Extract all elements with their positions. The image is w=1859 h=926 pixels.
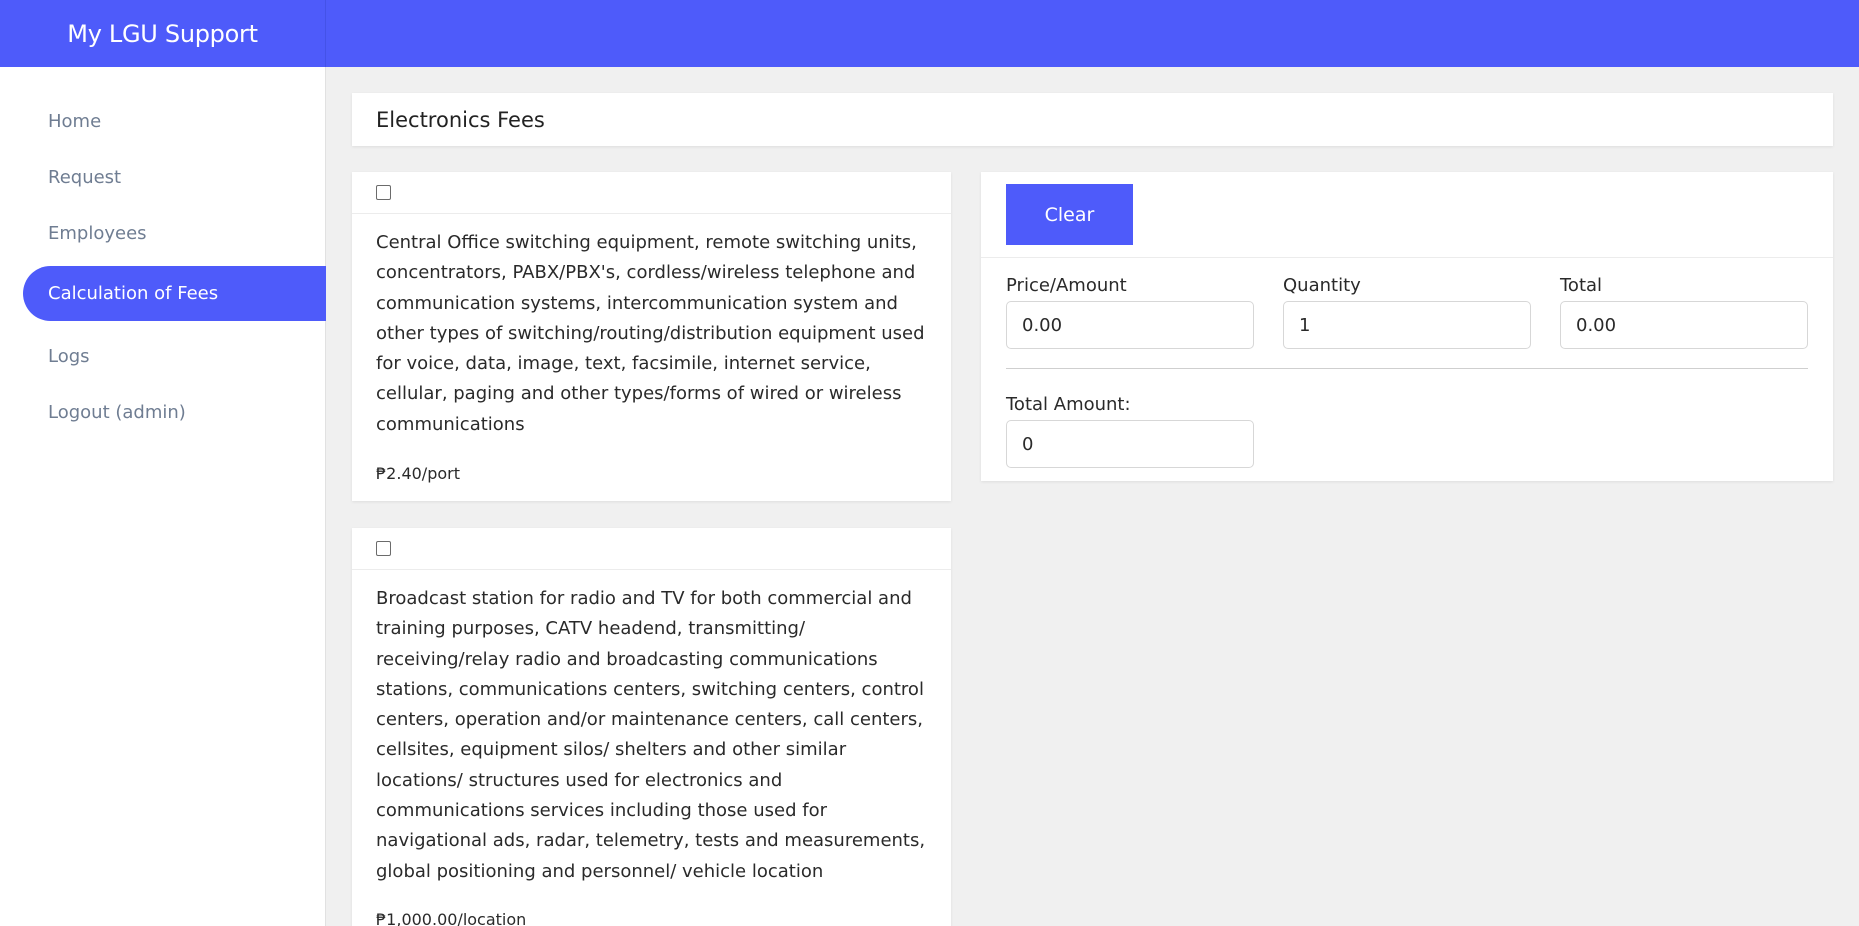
fee-card-header bbox=[352, 172, 951, 214]
sidebar-item-logs[interactable]: Logs bbox=[23, 329, 326, 384]
price-label: Price/Amount bbox=[1006, 275, 1127, 296]
sidebar-item-logout[interactable]: Logout (admin) bbox=[23, 385, 326, 440]
sidebar: Home Request Employees Calculation of Fe… bbox=[0, 67, 326, 926]
calculator-divider bbox=[1006, 368, 1808, 369]
fee-checkbox[interactable] bbox=[376, 185, 391, 200]
app-title[interactable]: My LGU Support bbox=[0, 0, 326, 67]
sidebar-item-home[interactable]: Home bbox=[23, 94, 326, 149]
fee-card-header bbox=[352, 528, 951, 570]
fee-price: ₱1,000.00/location bbox=[376, 910, 527, 926]
page-title: Electronics Fees bbox=[352, 93, 1833, 146]
sidebar-item-calculation-of-fees[interactable]: Calculation of Fees bbox=[23, 266, 326, 321]
sidebar-item-employees[interactable]: Employees bbox=[23, 206, 326, 261]
sidebar-item-request[interactable]: Request bbox=[23, 150, 326, 205]
total-label: Total bbox=[1560, 275, 1603, 296]
total-amount-input[interactable]: 0 bbox=[1006, 420, 1254, 468]
fee-description: Broadcast station for radio and TV for b… bbox=[376, 588, 926, 882]
price-input[interactable]: 0.00 bbox=[1006, 301, 1254, 349]
clear-button[interactable]: Clear bbox=[1006, 184, 1133, 245]
quantity-input[interactable]: 1 bbox=[1283, 301, 1531, 349]
calculator-toolbar: Clear bbox=[981, 172, 1833, 258]
fee-checkbox[interactable] bbox=[376, 541, 391, 556]
fee-description: Central Office switching equipment, remo… bbox=[376, 232, 925, 435]
fee-card: Central Office switching equipment, remo… bbox=[352, 172, 951, 501]
fee-calculator: Clear Price/Amount 0.00 Quantity 1 Total… bbox=[981, 172, 1833, 481]
top-bar: My LGU Support bbox=[0, 0, 1859, 67]
fee-price: ₱2.40/port bbox=[376, 464, 460, 483]
total-input[interactable]: 0.00 bbox=[1560, 301, 1808, 349]
quantity-label: Quantity bbox=[1283, 275, 1361, 296]
total-amount-label: Total Amount: bbox=[1006, 394, 1131, 415]
fee-card: Broadcast station for radio and TV for b… bbox=[352, 528, 951, 926]
